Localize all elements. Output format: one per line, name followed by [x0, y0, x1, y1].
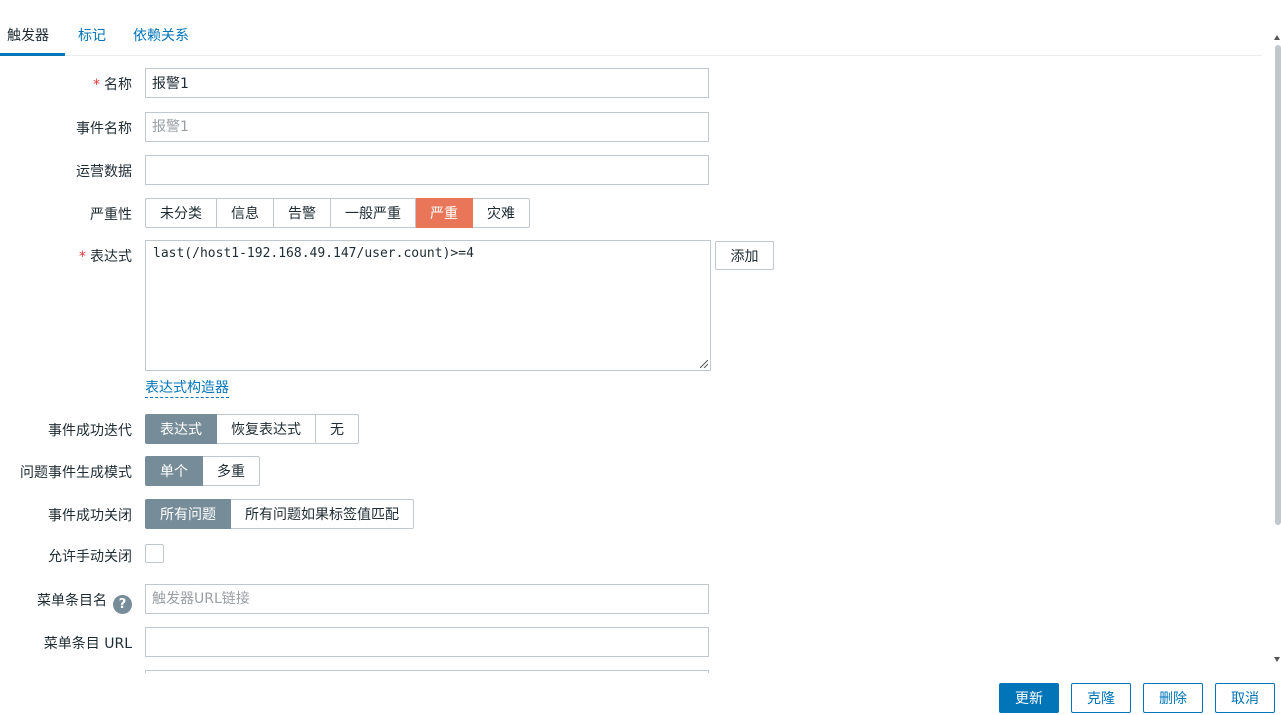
required-mark: *	[79, 249, 86, 265]
active-tab-indicator	[0, 53, 65, 56]
ok-event-generation-label: 事件成功迭代	[48, 423, 132, 439]
next-field-edge	[145, 670, 709, 673]
scroll-down-icon[interactable]	[1274, 657, 1280, 662]
severity-disaster[interactable]: 灾难	[473, 198, 530, 228]
severity-selector: 未分类 信息 告警 一般严重 严重 灾难	[145, 198, 530, 228]
url-input[interactable]	[145, 627, 709, 657]
tab-bar: 触发器 标记 依赖关系	[0, 17, 1262, 56]
help-icon[interactable]: ?	[113, 595, 132, 614]
manual-close-checkbox[interactable]	[145, 544, 164, 563]
severity-warning[interactable]: 告警	[274, 198, 331, 228]
clone-button[interactable]: 克隆	[1071, 683, 1131, 713]
delete-button[interactable]: 删除	[1143, 683, 1203, 713]
required-mark: *	[93, 77, 100, 93]
add-expression-button[interactable]: 添加	[715, 241, 774, 270]
opdata-label: 运营数据	[76, 164, 132, 180]
scrollbar[interactable]	[1274, 35, 1281, 665]
ok-event-none[interactable]: 无	[316, 414, 359, 444]
problem-mode-selector: 单个 多重	[145, 456, 260, 486]
scroll-thumb[interactable]	[1275, 45, 1281, 525]
ok-event-recovery-expression[interactable]: 恢复表达式	[217, 414, 316, 444]
severity-average[interactable]: 一般严重	[331, 198, 416, 228]
closes-matching-tags[interactable]: 所有问题如果标签值匹配	[231, 499, 414, 529]
manual-close-label: 允许手动关闭	[48, 549, 132, 565]
ok-event-expression[interactable]: 表达式	[145, 414, 217, 444]
cancel-button[interactable]: 取消	[1215, 683, 1275, 713]
tab-dependencies[interactable]: 依赖关系	[133, 25, 189, 45]
tab-tags[interactable]: 标记	[78, 25, 106, 45]
severity-high[interactable]: 严重	[416, 198, 473, 228]
resize-grip-icon[interactable]	[700, 360, 708, 368]
severity-label: 严重性	[90, 207, 132, 223]
event-name-input[interactable]	[145, 112, 709, 142]
update-button[interactable]: 更新	[999, 683, 1059, 713]
problem-mode-label: 问题事件生成模式	[20, 465, 132, 481]
opdata-input[interactable]	[145, 155, 709, 185]
expression-text: last(/host1-192.168.49.147/user.count)>=…	[153, 246, 474, 261]
name-input[interactable]	[145, 68, 709, 98]
name-label: * 名称	[93, 77, 132, 93]
problem-mode-single[interactable]: 单个	[145, 456, 203, 486]
tab-trigger[interactable]: 触发器	[7, 25, 49, 45]
severity-not-classified[interactable]: 未分类	[145, 198, 217, 228]
expression-constructor-link[interactable]: 表达式构造器	[145, 377, 229, 398]
event-name-label: 事件名称	[76, 121, 132, 137]
ok-event-generation-selector: 表达式 恢复表达式 无	[145, 414, 359, 444]
scroll-up-icon[interactable]	[1274, 35, 1280, 40]
ok-event-closes-label: 事件成功关闭	[48, 508, 132, 524]
closes-all-problems[interactable]: 所有问题	[145, 499, 231, 529]
expression-label: * 表达式	[79, 249, 132, 265]
severity-information[interactable]: 信息	[217, 198, 274, 228]
url-name-input[interactable]	[145, 584, 709, 614]
problem-mode-multiple[interactable]: 多重	[203, 456, 260, 486]
expression-textarea[interactable]: last(/host1-192.168.49.147/user.count)>=…	[145, 240, 711, 371]
url-name-label: 菜单条目名?	[37, 590, 132, 614]
url-label: 菜单条目 URL	[43, 636, 132, 652]
ok-event-closes-selector: 所有问题 所有问题如果标签值匹配	[145, 499, 414, 529]
